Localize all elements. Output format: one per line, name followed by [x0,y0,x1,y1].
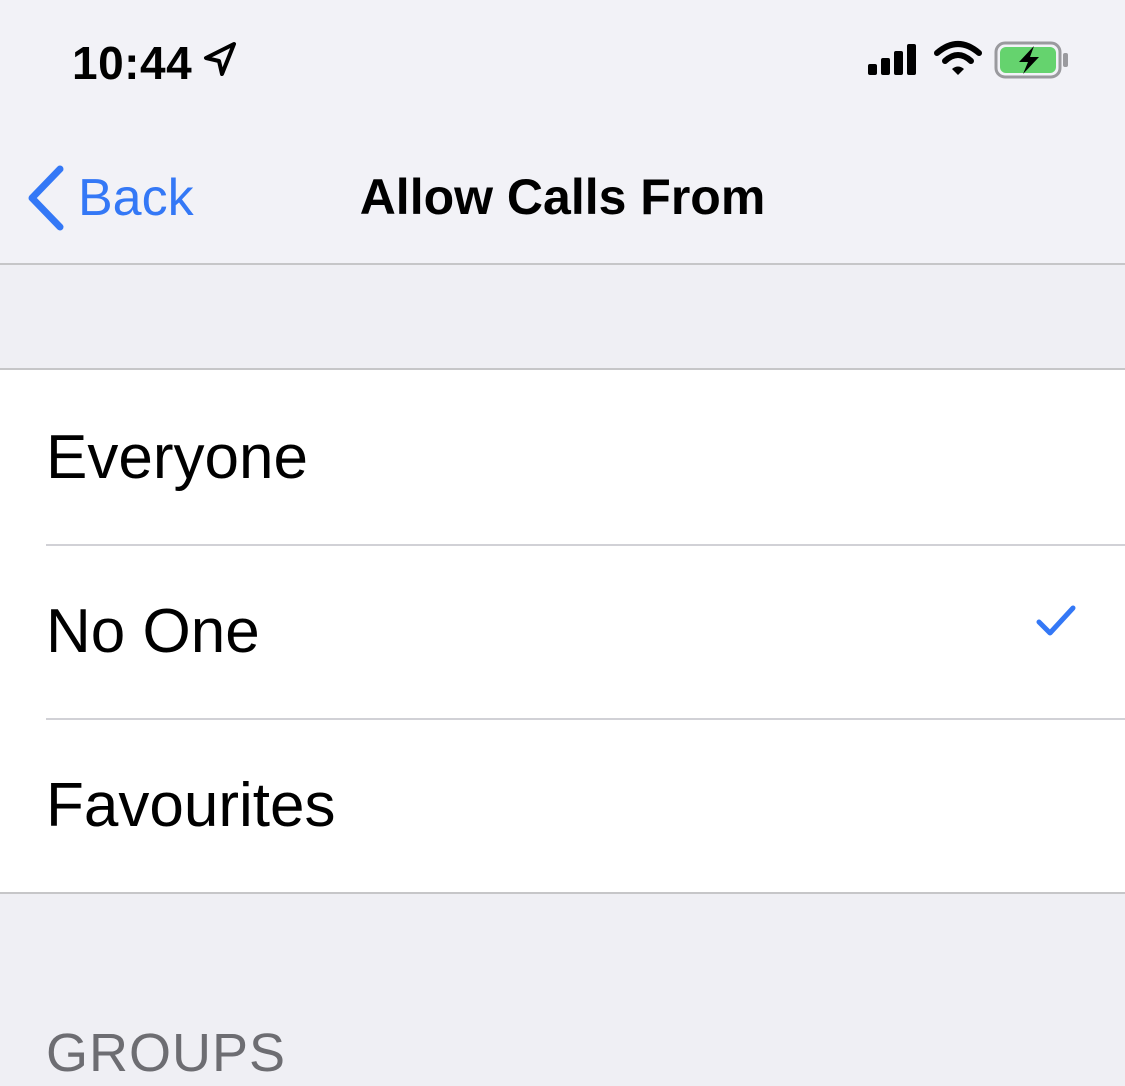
option-label: Everyone [46,422,308,492]
allow-calls-options: Everyone No One Favourites [0,368,1125,894]
battery-charging-icon [994,41,1068,79]
option-no-one[interactable]: No One [0,544,1125,718]
settings-screen: 10:44 Back Allow Calls From Everyone No … [0,0,1125,1086]
status-time: 10:44 [72,37,193,89]
top-bar: 10:44 Back Allow Calls From [0,0,1125,265]
wifi-icon [934,41,982,75]
cellular-signal-icon [868,44,916,75]
checkmark-icon [1036,605,1076,636]
section-header-groups: GROUPS [46,1023,287,1083]
page-title: Allow Calls From [359,169,766,225]
location-arrow-icon [204,42,236,76]
option-label: Favourites [46,770,336,840]
option-label: No One [46,596,260,666]
option-favourites[interactable]: Favourites [0,718,1125,892]
option-everyone[interactable]: Everyone [0,370,1125,544]
